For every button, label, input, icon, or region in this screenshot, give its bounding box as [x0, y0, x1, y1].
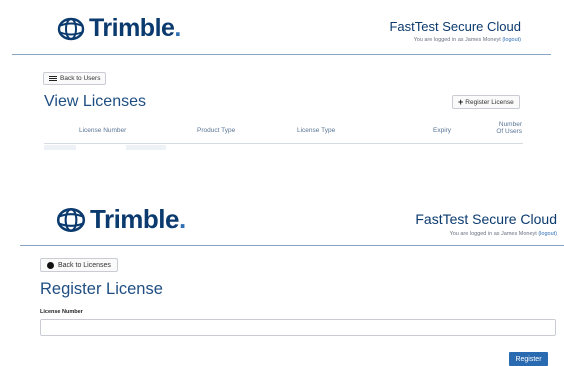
plus-icon: +: [458, 97, 464, 107]
column-header-expiry[interactable]: Expiry: [433, 127, 451, 134]
login-status: You are logged in as James Moneyt (logou…: [414, 37, 521, 43]
back-to-users-button[interactable]: Back to Users: [43, 72, 107, 85]
table-row-placeholder: [126, 145, 166, 150]
header-divider: [20, 245, 564, 246]
login-text: You are logged in as James Moneyt: [413, 37, 501, 43]
table-header-divider: [44, 143, 523, 144]
license-number-label: License Number: [40, 309, 83, 315]
column-header-license-type[interactable]: License Type: [297, 127, 335, 134]
logo-dot: .: [174, 14, 181, 42]
circle-icon: [47, 261, 54, 269]
column-header-product-type[interactable]: Product Type: [197, 127, 235, 134]
app-title: FastTest Secure Cloud: [415, 211, 557, 227]
license-number-input[interactable]: [40, 319, 556, 336]
column-header-license-number[interactable]: License Number: [79, 127, 126, 134]
column-header-number-of-users[interactable]: Number Of Users: [492, 121, 522, 135]
page-title: View Licenses: [44, 93, 146, 110]
logo-text: Trimble: [89, 14, 175, 42]
logo-text: Trimble: [90, 204, 179, 234]
logout-link[interactable]: (logout): [502, 37, 521, 43]
trimble-globe-icon: [56, 207, 86, 232]
login-status: You are logged in as James Moneyt (logou…: [450, 231, 557, 237]
page-title: Register License: [40, 280, 163, 298]
logo-dot: .: [178, 204, 186, 234]
table-row-placeholder: [44, 145, 76, 150]
back-to-users-label: Back to Users: [60, 75, 101, 82]
list-icon: [49, 75, 57, 82]
register-license-button[interactable]: + Register License: [452, 95, 520, 109]
register-license-label: Register License: [465, 98, 514, 106]
logout-link[interactable]: (logout): [538, 231, 557, 237]
login-text: You are logged in as James Moneyt: [449, 231, 537, 237]
header-divider: [12, 54, 551, 55]
back-to-licenses-label: Back to Licenses: [58, 261, 111, 269]
trimble-logo: Trimble.: [56, 14, 181, 43]
register-button[interactable]: Register: [509, 352, 548, 366]
back-to-licenses-button[interactable]: Back to Licenses: [40, 258, 118, 272]
app-title: FastTest Secure Cloud: [389, 19, 521, 34]
trimble-globe-icon: [57, 17, 85, 40]
number-of-users-label: Number Of Users: [496, 121, 522, 135]
trimble-logo: Trimble.: [55, 204, 186, 235]
